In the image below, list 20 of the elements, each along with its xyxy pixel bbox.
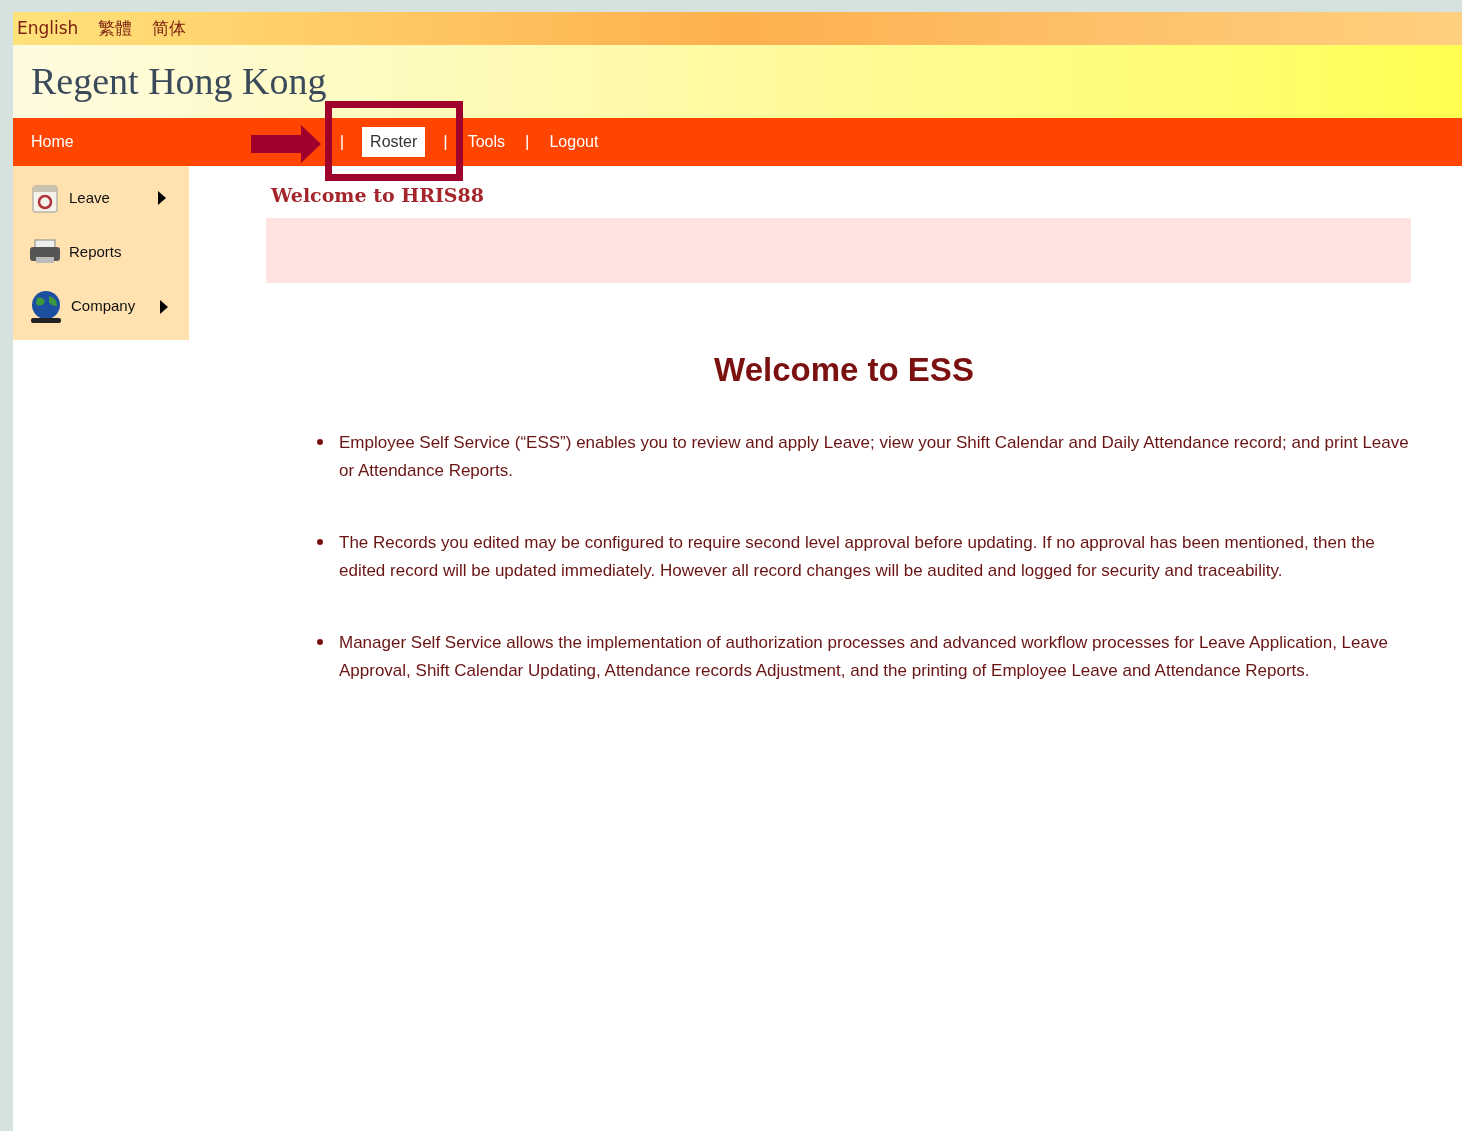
language-link[interactable]: 简体 — [152, 15, 187, 42]
sidebar-item[interactable]: Leave — [13, 180, 189, 217]
bullet-text: The Records you edited may be configured to require second level approval before updating. If no approval has been mentioned, then the edited record will be updated immediately. However all record changes will be audited and logged for security and traceability. — [339, 531, 1376, 582]
separator: | — [525, 131, 530, 154]
language-link[interactable]: English — [17, 15, 79, 42]
language-link[interactable]: 繁體 — [98, 15, 133, 42]
welcome-title: Welcome to ESS — [713, 350, 975, 390]
separator: | — [443, 131, 448, 154]
bullet-icon — [317, 538, 323, 545]
bullet-icon — [317, 638, 323, 645]
site-title: Regent Hong Kong — [31, 59, 327, 104]
annotation-arrow — [251, 125, 323, 163]
bullet-icon — [317, 438, 323, 445]
page-heading: Welcome to HRIS88 — [271, 184, 485, 206]
sidebar-item[interactable]: Company — [13, 287, 189, 326]
sidebar-item[interactable]: Reports — [13, 237, 189, 267]
bullet-text: Employee Self Service (“ESS”) enables you to review and apply Leave; view your Shift Calendar and Daily Attendance record; and print Leave or Attendance Reports. — [339, 431, 1410, 482]
nav-link[interactable]: Roster — [362, 127, 426, 157]
bullet-text: Manager Self Service allows the implementation of authorization processes and advanced workflow processes for Leave Application, Leave Approval, Shift Calendar Updating, Attendance records Adjustment, and the printing of Employee Leave and Attendance Reports. — [339, 631, 1389, 682]
separator: | — [339, 131, 345, 154]
